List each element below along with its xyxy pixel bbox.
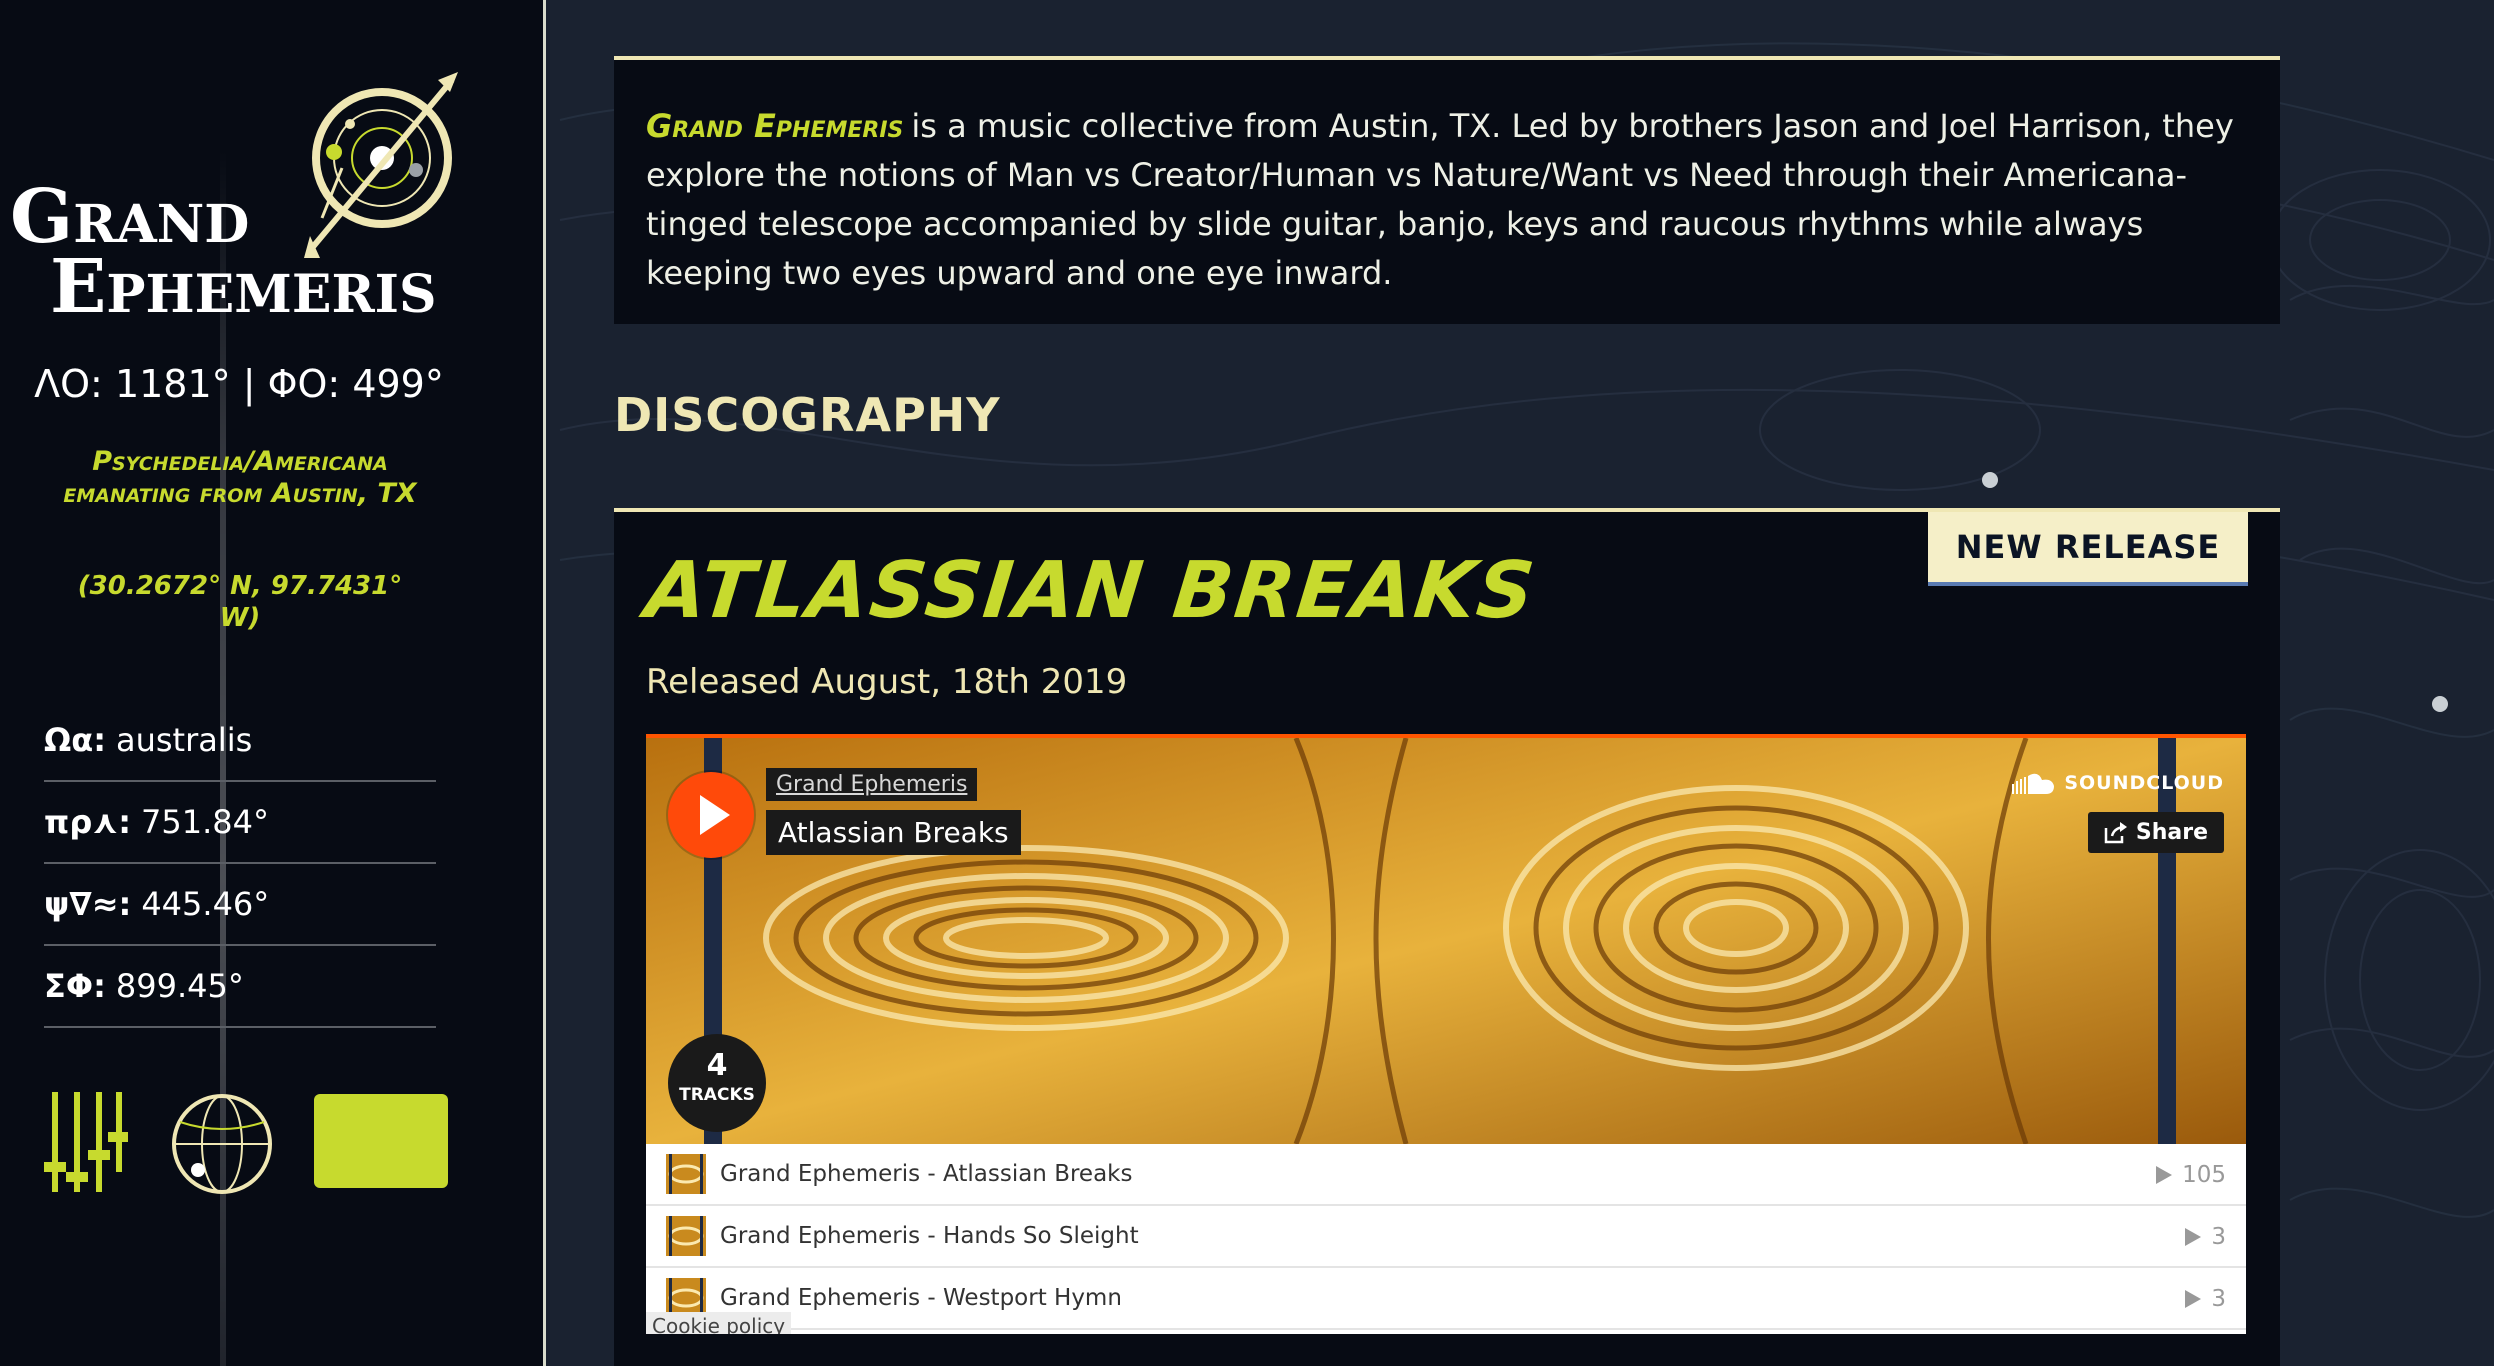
track-row[interactable]: Grand Ephemeris - Hands So Sleight 3 [646, 1206, 2246, 1268]
play-count-icon [2185, 1290, 2202, 1308]
stat-key: ψ∇≈: [44, 885, 132, 923]
stat-row: πρ⋏: 751.84° [44, 782, 436, 864]
play-count-value: 3 [2211, 1286, 2226, 1312]
stat-value: australis [115, 721, 253, 759]
play-count-icon [2156, 1166, 2173, 1184]
track-title: Grand Ephemeris - Atlassian Breaks [720, 1161, 1133, 1187]
coordinates-readout: ΛΟ: 1181° | ΦΟ: 499° [34, 362, 444, 406]
track-thumbnail [666, 1154, 706, 1194]
globe-icon[interactable] [170, 1092, 274, 1196]
play-count-value: 105 [2182, 1162, 2226, 1188]
logo-wordmark: Grand Ephemeris [10, 180, 530, 324]
tracklist: Grand Ephemeris - Atlassian Breaks 105 G… [646, 1144, 2246, 1330]
soundcloud-cloud-icon [2012, 773, 2055, 794]
discography-heading: DISCOGRAPHY [614, 388, 1001, 442]
stat-key: Ωα: [44, 721, 106, 759]
soundcloud-player: Grand Ephemeris Atlassian Breaks SOUNDCL… [646, 734, 2246, 1334]
stat-key: ΣΦ: [44, 967, 106, 1005]
play-button[interactable] [668, 772, 754, 858]
stat-value: 445.46° [141, 885, 270, 923]
track-row[interactable]: Grand Ephemeris - Westport Hymn 3 [646, 1268, 2246, 1330]
geo-coordinates: (30.2672° N, 97.7431° W) [77, 571, 403, 633]
theme-color-swatch[interactable] [314, 1094, 448, 1188]
track-count-label: TRACKS [679, 1085, 755, 1105]
soundcloud-logo[interactable]: SOUNDCLOUD [2012, 772, 2224, 794]
logo-line-1: Grand [10, 174, 250, 260]
genre-tagline: Psychedelia/Americana emanating from Aus… [63, 446, 417, 509]
main-content: Grand Ephemeris is a music collective fro… [614, 0, 2280, 1366]
sidebar-controls [44, 1092, 464, 1194]
new-release-badge: NEW RELEASE [1928, 512, 2248, 586]
track-title-link[interactable]: Atlassian Breaks [766, 810, 1021, 855]
share-icon [2104, 821, 2127, 843]
stat-row: ΣΦ: 899.45° [44, 946, 436, 1028]
play-count: 105 [2156, 1144, 2226, 1206]
track-thumbnail [666, 1216, 706, 1256]
star-dot [2432, 696, 2448, 712]
sidebar: Grand Ephemeris ΛΟ: 1181° | ΦΟ: 499° Psy… [0, 0, 546, 1366]
share-button[interactable]: Share [2087, 812, 2224, 853]
play-count: 3 [2185, 1268, 2226, 1330]
stat-key: πρ⋏: [44, 803, 131, 841]
intro-panel: Grand Ephemeris is a music collective fro… [614, 56, 2280, 324]
artist-link[interactable]: Grand Ephemeris [766, 768, 978, 801]
track-row[interactable]: Grand Ephemeris - Atlassian Breaks 105 [646, 1144, 2246, 1206]
mixer-sliders-icon[interactable] [44, 1092, 128, 1192]
stat-value: 751.84° [140, 803, 269, 841]
play-count-icon [2185, 1228, 2202, 1246]
track-title: Grand Ephemeris - Westport Hymn [720, 1285, 1122, 1311]
stats-list: Ωα: australis πρ⋏: 751.84° ψ∇≈: 445.46° … [44, 700, 436, 1028]
release-date: Released August, 18th 2019 [646, 662, 1128, 702]
play-icon [700, 795, 730, 835]
play-count-value: 3 [2211, 1224, 2226, 1250]
track-count-badge: 4 TRACKS [668, 1034, 766, 1132]
play-count: 3 [2185, 1206, 2226, 1268]
release-title: ATLASSIAN BREAKS [641, 546, 1541, 636]
intro-band-name: Grand Ephemeris [646, 107, 904, 145]
release-panel: NEW RELEASE ATLASSIAN BREAKS Released Au… [614, 508, 2280, 1366]
cookie-policy-link[interactable]: Cookie policy [646, 1312, 792, 1334]
stat-row: Ωα: australis [44, 700, 436, 782]
track-title: Grand Ephemeris - Hands So Sleight [720, 1223, 1139, 1249]
logo-line-2: Ephemeris [50, 244, 437, 330]
soundcloud-brand-label: SOUNDCLOUD [2064, 772, 2224, 794]
logo[interactable]: Grand Ephemeris [0, 40, 546, 340]
share-label: Share [2135, 820, 2208, 845]
stat-value: 899.45° [115, 967, 244, 1005]
track-count: 4 [706, 1048, 728, 1083]
stat-row: ψ∇≈: 445.46° [44, 864, 436, 946]
